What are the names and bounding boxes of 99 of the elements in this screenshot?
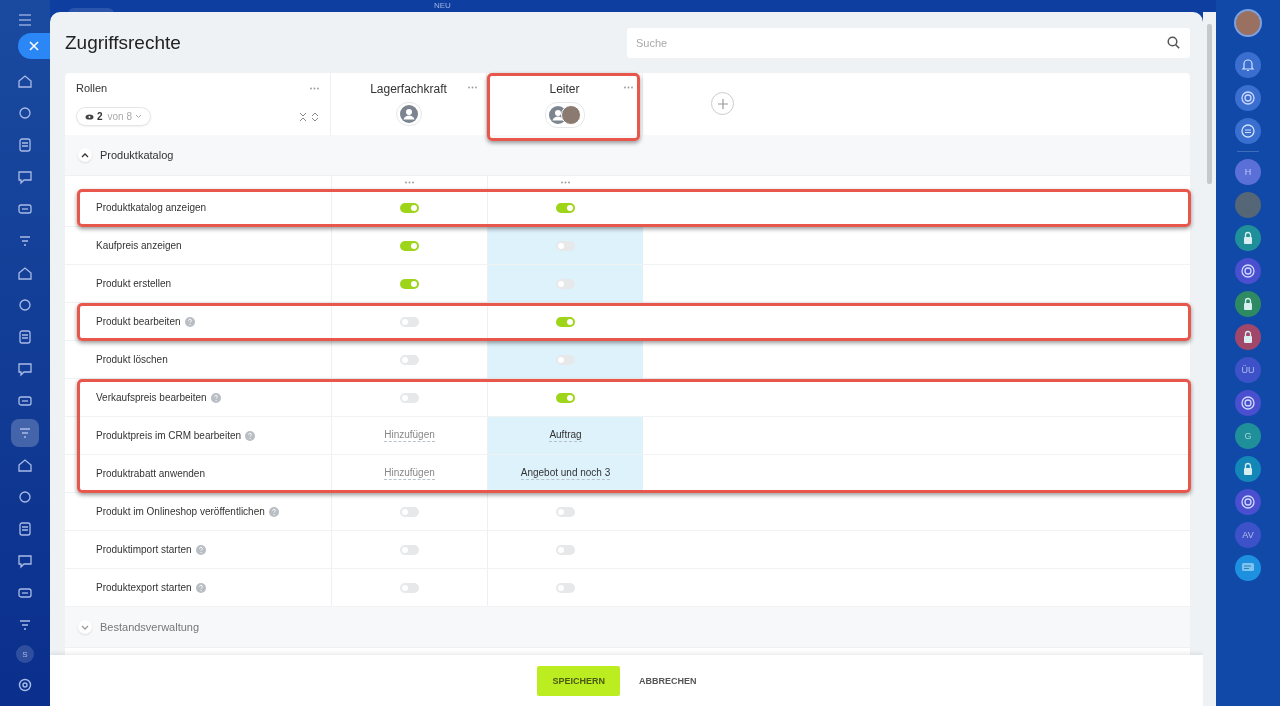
toggle-switch[interactable] <box>556 544 575 555</box>
chat-icon[interactable] <box>17 169 33 185</box>
toggle-switch[interactable] <box>400 392 419 403</box>
page-title: Zugriffsrechte <box>65 31 181 54</box>
value-link[interactable]: Angebot und noch 3 <box>520 467 611 480</box>
permission-label: Verkaufspreis bearbeiten <box>96 392 207 403</box>
collapse-button[interactable] <box>78 148 92 162</box>
home-icon[interactable] <box>17 457 33 473</box>
permission-label: Produktrabatt anwenden <box>96 468 205 479</box>
permission-label: Produkt erstellen <box>96 278 172 289</box>
permission-label: Produktpreis im CRM bearbeiten <box>96 430 242 441</box>
lock-icon[interactable] <box>1235 291 1261 317</box>
toggle-switch[interactable] <box>556 506 575 517</box>
filter-icon[interactable] <box>17 233 33 249</box>
toggle-switch[interactable] <box>556 316 575 327</box>
plus-icon[interactable] <box>717 98 728 109</box>
add-link[interactable]: Hinzufügen <box>384 467 435 480</box>
save-button[interactable]: SPEICHERN <box>537 665 620 696</box>
role-name: Lagerfachkraft <box>370 82 447 96</box>
chat-icon[interactable] <box>17 361 33 377</box>
section-title[interactable]: Produktkatalog <box>100 149 174 161</box>
lock-icon[interactable] <box>1235 225 1261 251</box>
background-tab[interactable] <box>68 8 114 14</box>
toggle-switch[interactable] <box>400 316 419 327</box>
toggle-switch[interactable] <box>400 278 419 289</box>
toggle-switch[interactable] <box>400 202 419 213</box>
permission-label: Produkt löschen <box>96 354 168 365</box>
eye-icon <box>85 113 94 120</box>
bell-icon[interactable] <box>1235 52 1261 78</box>
more-icon[interactable] <box>405 181 414 184</box>
more-icon[interactable] <box>624 86 633 89</box>
chevron-down-icon <box>135 114 143 119</box>
home-icon[interactable] <box>17 265 33 281</box>
circle-icon[interactable] <box>17 105 33 121</box>
filter-icon[interactable] <box>17 617 33 633</box>
card-icon[interactable] <box>17 393 33 409</box>
close-icon[interactable] <box>28 40 40 52</box>
nav-item[interactable] <box>11 419 39 447</box>
document-icon[interactable] <box>17 521 33 537</box>
toggle-switch[interactable] <box>400 354 419 365</box>
more-icon[interactable] <box>561 181 570 184</box>
chat-avatar[interactable]: AV <box>1235 522 1261 548</box>
document-icon[interactable] <box>17 137 33 153</box>
permission-label: Kaufpreis anzeigen <box>96 240 182 251</box>
add-link[interactable]: Hinzufügen <box>384 429 435 442</box>
home-icon[interactable] <box>17 73 33 89</box>
circle-icon[interactable] <box>17 489 33 505</box>
toggle-switch[interactable] <box>400 582 419 593</box>
chat-avatar[interactable]: G <box>1235 423 1261 449</box>
cancel-button[interactable]: ABBRECHEN <box>633 674 703 687</box>
permission-label: Produktkatalog anzeigen <box>96 202 207 213</box>
toggle-switch[interactable] <box>556 354 575 365</box>
search-field[interactable]: Suche <box>627 27 1190 58</box>
toggle-switch[interactable] <box>556 582 575 593</box>
spiral-icon[interactable] <box>1235 489 1261 515</box>
lock-icon[interactable] <box>1235 324 1261 350</box>
filter-icon[interactable] <box>17 425 33 441</box>
toggle-switch[interactable] <box>556 202 575 213</box>
toggle-switch[interactable] <box>400 544 419 555</box>
collapse-expand-icon[interactable] <box>299 111 319 122</box>
scrollbar-thumb[interactable] <box>1207 24 1212 184</box>
permission-label: Produktimport starten <box>96 544 192 555</box>
members-avatars[interactable] <box>544 102 585 128</box>
user-avatar[interactable]: S <box>16 645 34 663</box>
card-icon[interactable] <box>17 201 33 217</box>
chevron-icon[interactable] <box>81 152 89 158</box>
spiral-icon[interactable] <box>1235 390 1261 416</box>
chat-icon[interactable] <box>1235 118 1261 144</box>
more-icon[interactable] <box>310 86 319 90</box>
search-icon[interactable] <box>1167 35 1180 49</box>
menu-icon[interactable] <box>18 14 32 26</box>
toggle-switch[interactable] <box>400 506 419 517</box>
chat-avatar[interactable]: H <box>1235 159 1261 185</box>
new-label: NEU <box>434 1 451 10</box>
close-button[interactable] <box>18 33 50 59</box>
settings-icon[interactable] <box>17 677 33 693</box>
toggle-switch[interactable] <box>556 392 575 403</box>
document-icon[interactable] <box>17 329 33 345</box>
permission-label: Produkt bearbeiten <box>96 316 181 327</box>
toggle-switch[interactable] <box>556 240 575 251</box>
circle-icon[interactable] <box>17 297 33 313</box>
spiral-icon[interactable] <box>1235 258 1261 284</box>
value-link[interactable]: Auftrag <box>549 429 582 442</box>
chat-avatar[interactable]: ÜU <box>1235 357 1261 383</box>
toggle-switch[interactable] <box>400 240 419 251</box>
lock-icon[interactable] <box>1235 456 1261 482</box>
section-title[interactable]: Bestandsverwaltung <box>100 621 200 633</box>
visible-roles-filter[interactable]: 2 von 8 <box>76 107 152 126</box>
role-name: Leiter <box>549 82 580 96</box>
chat-icon[interactable] <box>1235 555 1261 581</box>
toggle-switch[interactable] <box>556 278 575 289</box>
permission-label: Produktexport starten <box>96 582 192 593</box>
card-icon[interactable] <box>17 585 33 601</box>
permission-label: Produkt im Onlineshop veröffentlichen <box>96 506 265 517</box>
more-icon[interactable] <box>468 86 477 89</box>
spiral-icon[interactable] <box>1235 85 1261 111</box>
avatar-circle[interactable] <box>1234 9 1262 37</box>
roles-label: Rollen <box>76 82 108 94</box>
chat-icon[interactable] <box>17 553 33 569</box>
